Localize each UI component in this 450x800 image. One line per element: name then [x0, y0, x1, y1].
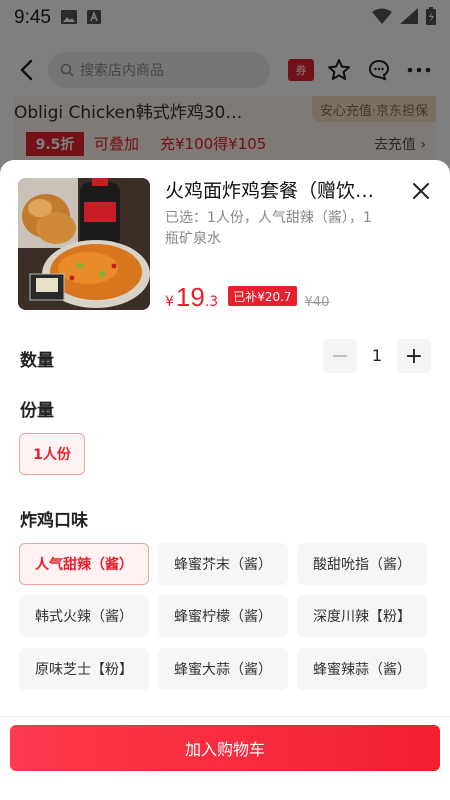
bottom-action-bar: 加入购物车	[0, 716, 450, 800]
flavor-option[interactable]: 原味芝士【粉】	[19, 648, 149, 690]
flavor-option[interactable]: 蜂蜜辣蒜（酱）	[297, 648, 427, 690]
quantity-label: 数量	[20, 351, 54, 371]
product-image	[18, 178, 150, 310]
selected-options-text: 已选：1人份，人气甜辣（酱），1瓶矿泉水	[165, 210, 372, 247]
flavor-option[interactable]: 深度川辣【粉】	[297, 595, 427, 637]
quantity-decrease-button[interactable]: −	[323, 339, 357, 373]
quantity-value: 1	[371, 346, 383, 365]
subsidy-badge: 已补¥20.7	[228, 286, 297, 306]
price-integer: 19	[175, 282, 205, 312]
price-currency: ¥	[165, 294, 174, 310]
add-to-cart-button[interactable]: 加入购物车	[10, 725, 440, 771]
quantity-increase-button[interactable]: +	[397, 339, 431, 373]
flavor-option[interactable]: 人气甜辣（酱）	[19, 543, 149, 585]
flavor-option[interactable]: 蜂蜜大蒜（酱）	[158, 648, 288, 690]
flavor-option[interactable]: 蜂蜜柠檬（酱）	[158, 595, 288, 637]
flavor-option[interactable]: 韩式火辣（酱）	[19, 595, 149, 637]
flavor-option[interactable]: 酸甜吮指（酱）	[297, 543, 427, 585]
price-decimal: .3	[204, 294, 219, 310]
price-row: ¥ 19 .3 已补¥20.7 ¥40	[165, 282, 330, 312]
portion-label: 份量	[20, 401, 54, 421]
close-icon	[413, 183, 429, 199]
sku-selector-sheet: 火鸡面炸鸡套餐（赠饮… 已选：1人份，人气甜辣（酱），1瓶矿泉水 ¥ 19 .3…	[0, 160, 450, 800]
flavor-label: 炸鸡口味	[20, 511, 88, 531]
close-button[interactable]	[408, 178, 434, 204]
flavor-option[interactable]: 蜂蜜芥末（酱）	[158, 543, 288, 585]
portion-option[interactable]: 1人份	[19, 433, 85, 475]
product-title: 火鸡面炸鸡套餐（赠饮…	[165, 180, 375, 202]
original-price: ¥40	[304, 295, 330, 310]
